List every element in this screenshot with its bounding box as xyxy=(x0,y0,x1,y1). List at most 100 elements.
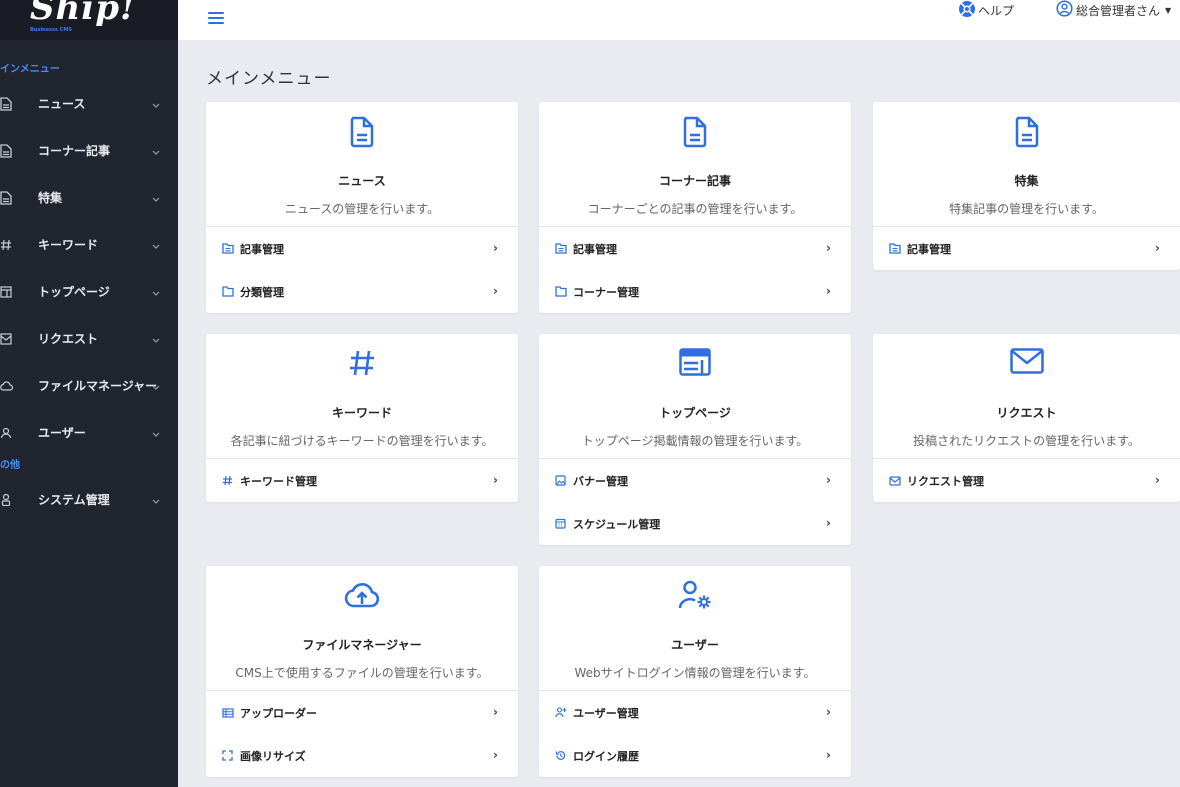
request-management-link[interactable]: リクエスト管理 › xyxy=(873,459,1180,502)
chevron-right-icon: › xyxy=(826,705,831,719)
user-menu[interactable]: 総合管理者さん ▼ xyxy=(1056,0,1171,20)
link-label: コーナー管理 xyxy=(573,285,639,299)
document-icon xyxy=(0,96,38,111)
chevron-right-icon: › xyxy=(826,241,831,255)
sidebar-item-corner[interactable]: コーナー記事 xyxy=(0,127,178,174)
card-news: ニュース ニュースの管理を行います。 記事管理 › 分類管理 › xyxy=(206,102,518,313)
layout-icon xyxy=(0,285,38,298)
link-label: キーワード管理 xyxy=(240,474,317,488)
document-icon xyxy=(0,190,38,205)
link-label: スケジュール管理 xyxy=(573,517,661,531)
lifebuoy-icon xyxy=(958,0,976,21)
help-link[interactable]: ヘルプ xyxy=(958,0,1014,20)
chevron-right-icon: › xyxy=(493,748,498,762)
sidebar-item-system[interactable]: システム管理 xyxy=(0,476,178,523)
card-filemanager: ファイルマネージャー CMS上で使用するファイルの管理を行います。 アップローダ… xyxy=(206,566,518,777)
sidebar-item-toppage[interactable]: トップページ xyxy=(0,268,178,315)
sidebar-item-feature[interactable]: 特集 xyxy=(0,174,178,221)
chevron-right-icon: › xyxy=(493,241,498,255)
folder-icon xyxy=(555,286,573,297)
user-circle-icon xyxy=(1056,0,1073,20)
sidebar-section-main: インメニュー xyxy=(0,64,60,75)
chevron-right-icon: › xyxy=(826,516,831,530)
sidebar-item-keyword[interactable]: キーワード xyxy=(0,221,178,268)
link-label: バナー管理 xyxy=(573,474,628,488)
mail-icon xyxy=(0,332,38,345)
chevron-right-icon: › xyxy=(1155,241,1160,255)
card-corner: コーナー記事 コーナーごとの記事の管理を行います。 記事管理 › コーナー管理 … xyxy=(539,102,851,313)
history-icon xyxy=(555,750,573,761)
logo[interactable]: Ship! Businesss CMS xyxy=(0,0,178,40)
hash-icon xyxy=(206,348,518,380)
chevron-down-icon xyxy=(152,427,160,441)
chevron-down-icon xyxy=(152,239,160,253)
article-management-link[interactable]: 記事管理 › xyxy=(873,227,1180,270)
card-feature: 特集 特集記事の管理を行います。 記事管理 › xyxy=(873,102,1180,270)
chevron-right-icon: › xyxy=(493,705,498,719)
link-label: 画像リサイズ xyxy=(240,749,306,763)
uploader-link[interactable]: アップローダー › xyxy=(206,691,518,734)
link-label: アップローダー xyxy=(240,706,317,720)
chevron-down-icon xyxy=(152,333,160,347)
sidebar-item-filemanager[interactable]: ファイルマネージャー xyxy=(0,362,178,409)
hash-icon xyxy=(222,475,240,486)
banner-management-link[interactable]: バナー管理 › xyxy=(539,459,851,502)
image-icon xyxy=(555,475,573,486)
article-management-link[interactable]: 記事管理 › xyxy=(206,227,518,270)
image-resize-link[interactable]: 画像リサイズ › xyxy=(206,734,518,777)
chevron-down-icon xyxy=(152,286,160,300)
sidebar-item-news[interactable]: ニュース xyxy=(0,80,178,127)
resize-icon xyxy=(222,750,240,761)
card-description: Webサイトログイン情報の管理を行います。 xyxy=(574,666,816,680)
card-description: 特集記事の管理を行います。 xyxy=(949,202,1104,216)
card-description: トップページ掲載情報の管理を行います。 xyxy=(581,434,809,448)
user-management-link[interactable]: ユーザー管理 › xyxy=(539,691,851,734)
link-label: ユーザー管理 xyxy=(573,706,639,720)
user-gear-icon xyxy=(539,580,851,612)
cloud-icon xyxy=(0,380,38,392)
chevron-right-icon: › xyxy=(493,284,498,298)
article-management-link[interactable]: 記事管理 › xyxy=(539,227,851,270)
card-description: コーナーごとの記事の管理を行います。 xyxy=(587,202,803,216)
page-title: メインメニュー xyxy=(206,69,332,89)
card-description: ニュースの管理を行います。 xyxy=(284,202,440,216)
card-title: コーナー記事 xyxy=(658,174,731,188)
card-title: トップページ xyxy=(659,406,731,420)
category-management-link[interactable]: 分類管理 › xyxy=(206,270,518,313)
chevron-down-icon xyxy=(152,494,160,508)
link-label: 記事管理 xyxy=(240,242,284,256)
sidebar-item-request[interactable]: リクエスト xyxy=(0,315,178,362)
mail-icon xyxy=(889,475,907,486)
sidebar-item-user[interactable]: ユーザー xyxy=(0,409,178,456)
menu-toggle-icon[interactable] xyxy=(208,12,224,26)
hash-icon xyxy=(0,239,38,251)
sidebar: Ship! Businesss CMS インメニュー ニュース コーナー記事 特… xyxy=(0,0,178,787)
chevron-right-icon: › xyxy=(493,473,498,487)
list-icon xyxy=(889,243,907,254)
card-title: キーワード xyxy=(331,406,392,420)
card-title: ユーザー xyxy=(671,638,719,652)
calendar-icon xyxy=(555,518,573,529)
cloud-upload-icon xyxy=(206,580,518,612)
keyword-management-link[interactable]: キーワード管理 › xyxy=(206,459,518,502)
corner-management-link[interactable]: コーナー管理 › xyxy=(539,270,851,313)
login-history-link[interactable]: ログイン履歴 › xyxy=(539,734,851,777)
link-label: 記事管理 xyxy=(907,242,951,256)
list-icon xyxy=(222,243,240,254)
sidebar-section-other: の他 xyxy=(0,460,20,471)
card-description: 各記事に紐づけるキーワードの管理を行います。 xyxy=(230,434,494,448)
card-title: リクエスト xyxy=(996,406,1057,420)
user-icon xyxy=(0,427,38,439)
mail-icon xyxy=(873,348,1180,380)
chevron-right-icon: › xyxy=(826,748,831,762)
card-user: ユーザー Webサイトログイン情報の管理を行います。 ユーザー管理 › ログイン… xyxy=(539,566,851,777)
user-label: 総合管理者さん xyxy=(1076,3,1161,18)
schedule-management-link[interactable]: スケジュール管理 › xyxy=(539,502,851,545)
logo-subtext: Businesss CMS xyxy=(30,27,72,33)
document-icon xyxy=(539,116,851,148)
card-title: ニュース xyxy=(338,174,386,188)
chevron-right-icon: › xyxy=(826,473,831,487)
settings-icon xyxy=(0,493,38,506)
card-toppage: トップページ トップページ掲載情報の管理を行います。 バナー管理 › スケジュー… xyxy=(539,334,851,545)
card-description: CMS上で使用するファイルの管理を行います。 xyxy=(235,666,489,680)
